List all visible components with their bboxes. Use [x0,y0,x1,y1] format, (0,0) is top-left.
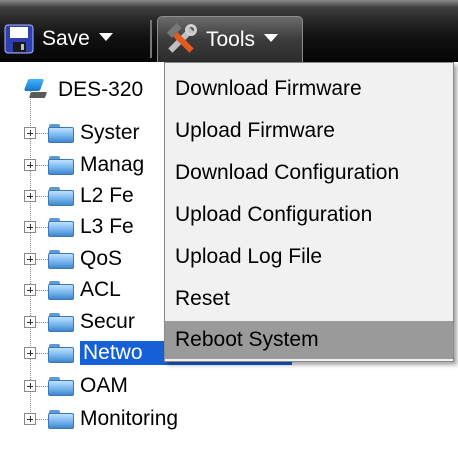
expand-plus-icon[interactable] [24,380,36,392]
toolbar: Save Tools [0,0,458,62]
folder-icon [48,280,74,300]
tree-node-label: Monitoring [80,407,179,430]
folder-icon [48,155,74,175]
save-dropdown-arrow-icon [98,33,113,41]
tree-node-oam[interactable]: OAM [24,372,128,400]
tree-root-label: DES-320 [58,78,144,101]
tree-node-label: L3 Fe [80,215,134,238]
folder-icon [48,123,74,143]
menu-item-upload-configuration[interactable]: Upload Configuration [165,196,453,234]
tree-node-label: ACL [80,278,121,301]
tree-node-management[interactable]: Manag [24,151,144,179]
tools-menu-button[interactable]: Tools [157,16,303,62]
tree-node-label: Manag [80,153,145,176]
folder-icon [48,217,74,237]
folder-icon [48,312,74,332]
expand-plus-icon[interactable] [24,190,36,202]
save-label: Save [42,27,90,50]
tree-node-acl[interactable]: ACL [24,276,121,304]
tools-label: Tools [206,27,256,51]
tree-root[interactable]: DES-320 [23,78,144,102]
menu-item-download-configuration[interactable]: Download Configuration [165,154,453,192]
tree-node-label: OAM [80,374,128,397]
expand-plus-icon[interactable] [24,413,36,425]
menu-item-upload-firmware[interactable]: Upload Firmware [165,112,453,150]
expand-plus-icon[interactable] [24,127,36,139]
expand-plus-icon[interactable] [24,284,36,296]
expand-plus-icon[interactable] [24,316,36,328]
expand-plus-icon[interactable] [24,347,36,359]
tree-node-label: Syster [80,121,140,144]
folder-icon [48,376,74,396]
tree-node-qos[interactable]: QoS [24,245,122,273]
menu-item-upload-log-file[interactable]: Upload Log File [165,238,453,276]
folder-icon [48,343,74,363]
tree-node-label: L2 Fe [80,184,134,207]
floppy-disk-icon [4,24,34,54]
switch-device-icon [23,79,50,101]
folder-icon [48,186,74,206]
tools-dropdown-menu: Download Firmware Upload Firmware Downlo… [164,62,454,362]
expand-plus-icon[interactable] [24,159,36,171]
toolbar-top-edge [0,0,458,8]
toolbar-separator [150,20,152,58]
tree-node-l3-features[interactable]: L3 Fe [24,213,134,241]
expand-plus-icon[interactable] [24,253,36,265]
tree-node-label: QoS [80,247,123,270]
tools-dropdown-arrow-icon [264,33,279,42]
folder-icon [48,409,74,429]
menu-item-download-firmware[interactable]: Download Firmware [165,70,453,108]
tree-node-system[interactable]: Syster [24,119,140,147]
tree-node-label: Secur [80,310,135,333]
save-button[interactable]: Save [4,18,146,60]
menu-item-reboot-system[interactable]: Reboot System [165,321,453,359]
tree-node-security[interactable]: Secur [24,308,135,336]
folder-icon [48,249,74,269]
menu-item-reset[interactable]: Reset [165,280,453,318]
tree-node-l2-features[interactable]: L2 Fe [24,182,134,210]
hammer-wrench-icon [166,22,197,53]
tree-node-monitoring[interactable]: Monitoring [24,405,178,433]
expand-plus-icon[interactable] [24,221,36,233]
